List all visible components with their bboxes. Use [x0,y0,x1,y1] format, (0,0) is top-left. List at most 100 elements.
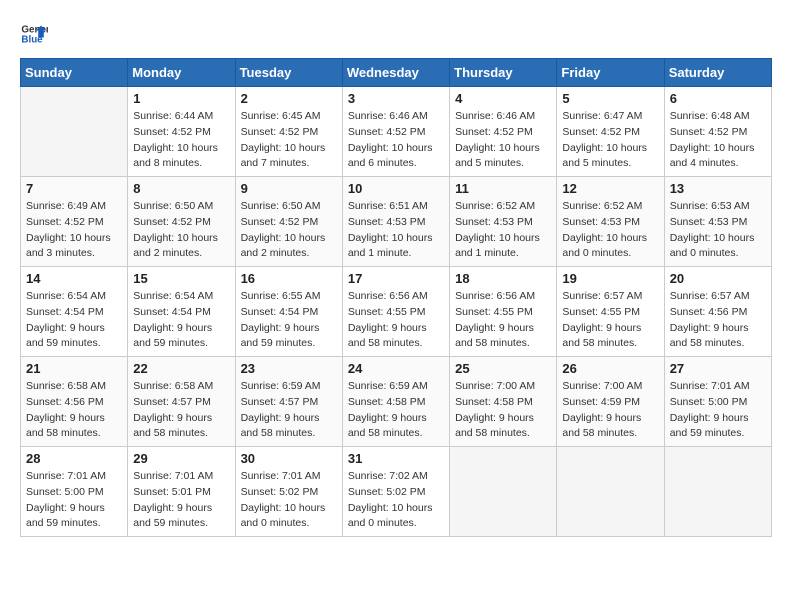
calendar-cell: 21 Sunrise: 6:58 AMSunset: 4:56 PMDaylig… [21,357,128,447]
weekday-header-row: SundayMondayTuesdayWednesdayThursdayFrid… [21,59,772,87]
calendar-cell: 14 Sunrise: 6:54 AMSunset: 4:54 PMDaylig… [21,267,128,357]
day-number: 23 [241,361,337,376]
calendar-cell: 20 Sunrise: 6:57 AMSunset: 4:56 PMDaylig… [664,267,771,357]
day-detail: Sunrise: 6:59 AMSunset: 4:58 PMDaylight:… [348,379,444,442]
calendar-cell: 18 Sunrise: 6:56 AMSunset: 4:55 PMDaylig… [450,267,557,357]
calendar-cell: 24 Sunrise: 6:59 AMSunset: 4:58 PMDaylig… [342,357,449,447]
day-number: 6 [670,91,766,106]
logo: General Blue [20,20,48,48]
calendar-cell: 19 Sunrise: 6:57 AMSunset: 4:55 PMDaylig… [557,267,664,357]
day-detail: Sunrise: 6:53 AMSunset: 4:53 PMDaylight:… [670,199,766,262]
calendar-week-2: 7 Sunrise: 6:49 AMSunset: 4:52 PMDayligh… [21,177,772,267]
day-number: 29 [133,451,229,466]
calendar-cell: 17 Sunrise: 6:56 AMSunset: 4:55 PMDaylig… [342,267,449,357]
day-number: 11 [455,181,551,196]
day-number: 27 [670,361,766,376]
day-number: 26 [562,361,658,376]
calendar-cell: 31 Sunrise: 7:02 AMSunset: 5:02 PMDaylig… [342,447,449,537]
day-number: 31 [348,451,444,466]
day-number: 19 [562,271,658,286]
calendar-cell: 25 Sunrise: 7:00 AMSunset: 4:58 PMDaylig… [450,357,557,447]
day-detail: Sunrise: 6:58 AMSunset: 4:56 PMDaylight:… [26,379,122,442]
calendar-cell: 4 Sunrise: 6:46 AMSunset: 4:52 PMDayligh… [450,87,557,177]
calendar-cell: 26 Sunrise: 7:00 AMSunset: 4:59 PMDaylig… [557,357,664,447]
day-detail: Sunrise: 6:45 AMSunset: 4:52 PMDaylight:… [241,109,337,172]
day-detail: Sunrise: 7:00 AMSunset: 4:59 PMDaylight:… [562,379,658,442]
calendar-cell: 23 Sunrise: 6:59 AMSunset: 4:57 PMDaylig… [235,357,342,447]
day-number: 13 [670,181,766,196]
logo-icon: General Blue [20,20,48,48]
weekday-header-tuesday: Tuesday [235,59,342,87]
calendar-cell: 10 Sunrise: 6:51 AMSunset: 4:53 PMDaylig… [342,177,449,267]
weekday-header-thursday: Thursday [450,59,557,87]
day-detail: Sunrise: 6:58 AMSunset: 4:57 PMDaylight:… [133,379,229,442]
calendar-table: SundayMondayTuesdayWednesdayThursdayFrid… [20,58,772,537]
calendar-cell: 9 Sunrise: 6:50 AMSunset: 4:52 PMDayligh… [235,177,342,267]
weekday-header-monday: Monday [128,59,235,87]
calendar-cell [664,447,771,537]
day-detail: Sunrise: 6:52 AMSunset: 4:53 PMDaylight:… [562,199,658,262]
day-number: 18 [455,271,551,286]
day-detail: Sunrise: 6:46 AMSunset: 4:52 PMDaylight:… [455,109,551,172]
day-number: 28 [26,451,122,466]
weekday-header-saturday: Saturday [664,59,771,87]
day-number: 5 [562,91,658,106]
day-detail: Sunrise: 6:48 AMSunset: 4:52 PMDaylight:… [670,109,766,172]
calendar-cell: 8 Sunrise: 6:50 AMSunset: 4:52 PMDayligh… [128,177,235,267]
calendar-cell: 30 Sunrise: 7:01 AMSunset: 5:02 PMDaylig… [235,447,342,537]
day-detail: Sunrise: 6:46 AMSunset: 4:52 PMDaylight:… [348,109,444,172]
day-number: 10 [348,181,444,196]
day-number: 15 [133,271,229,286]
calendar-cell [21,87,128,177]
day-number: 3 [348,91,444,106]
day-number: 4 [455,91,551,106]
day-number: 12 [562,181,658,196]
weekday-header-sunday: Sunday [21,59,128,87]
calendar-week-5: 28 Sunrise: 7:01 AMSunset: 5:00 PMDaylig… [21,447,772,537]
day-number: 16 [241,271,337,286]
day-number: 17 [348,271,444,286]
day-number: 14 [26,271,122,286]
calendar-cell: 22 Sunrise: 6:58 AMSunset: 4:57 PMDaylig… [128,357,235,447]
day-number: 9 [241,181,337,196]
day-detail: Sunrise: 6:49 AMSunset: 4:52 PMDaylight:… [26,199,122,262]
day-detail: Sunrise: 6:54 AMSunset: 4:54 PMDaylight:… [26,289,122,352]
day-number: 20 [670,271,766,286]
page-header: General Blue [20,20,772,48]
day-detail: Sunrise: 6:52 AMSunset: 4:53 PMDaylight:… [455,199,551,262]
day-number: 24 [348,361,444,376]
day-number: 22 [133,361,229,376]
calendar-cell: 2 Sunrise: 6:45 AMSunset: 4:52 PMDayligh… [235,87,342,177]
day-detail: Sunrise: 6:51 AMSunset: 4:53 PMDaylight:… [348,199,444,262]
day-detail: Sunrise: 6:57 AMSunset: 4:55 PMDaylight:… [562,289,658,352]
day-number: 21 [26,361,122,376]
day-detail: Sunrise: 7:01 AMSunset: 5:00 PMDaylight:… [26,469,122,532]
calendar-cell: 11 Sunrise: 6:52 AMSunset: 4:53 PMDaylig… [450,177,557,267]
calendar-cell: 7 Sunrise: 6:49 AMSunset: 4:52 PMDayligh… [21,177,128,267]
day-detail: Sunrise: 6:54 AMSunset: 4:54 PMDaylight:… [133,289,229,352]
calendar-week-4: 21 Sunrise: 6:58 AMSunset: 4:56 PMDaylig… [21,357,772,447]
calendar-cell: 6 Sunrise: 6:48 AMSunset: 4:52 PMDayligh… [664,87,771,177]
calendar-cell [450,447,557,537]
day-number: 8 [133,181,229,196]
day-detail: Sunrise: 6:56 AMSunset: 4:55 PMDaylight:… [455,289,551,352]
calendar-cell: 16 Sunrise: 6:55 AMSunset: 4:54 PMDaylig… [235,267,342,357]
calendar-cell [557,447,664,537]
calendar-cell: 15 Sunrise: 6:54 AMSunset: 4:54 PMDaylig… [128,267,235,357]
day-detail: Sunrise: 6:56 AMSunset: 4:55 PMDaylight:… [348,289,444,352]
weekday-header-friday: Friday [557,59,664,87]
calendar-cell: 3 Sunrise: 6:46 AMSunset: 4:52 PMDayligh… [342,87,449,177]
day-detail: Sunrise: 7:01 AMSunset: 5:02 PMDaylight:… [241,469,337,532]
calendar-cell: 5 Sunrise: 6:47 AMSunset: 4:52 PMDayligh… [557,87,664,177]
day-number: 1 [133,91,229,106]
weekday-header-wednesday: Wednesday [342,59,449,87]
calendar-cell: 1 Sunrise: 6:44 AMSunset: 4:52 PMDayligh… [128,87,235,177]
day-detail: Sunrise: 7:01 AMSunset: 5:00 PMDaylight:… [670,379,766,442]
calendar-cell: 29 Sunrise: 7:01 AMSunset: 5:01 PMDaylig… [128,447,235,537]
calendar-cell: 27 Sunrise: 7:01 AMSunset: 5:00 PMDaylig… [664,357,771,447]
day-number: 2 [241,91,337,106]
day-detail: Sunrise: 7:02 AMSunset: 5:02 PMDaylight:… [348,469,444,532]
calendar-cell: 12 Sunrise: 6:52 AMSunset: 4:53 PMDaylig… [557,177,664,267]
day-detail: Sunrise: 7:01 AMSunset: 5:01 PMDaylight:… [133,469,229,532]
day-detail: Sunrise: 6:57 AMSunset: 4:56 PMDaylight:… [670,289,766,352]
